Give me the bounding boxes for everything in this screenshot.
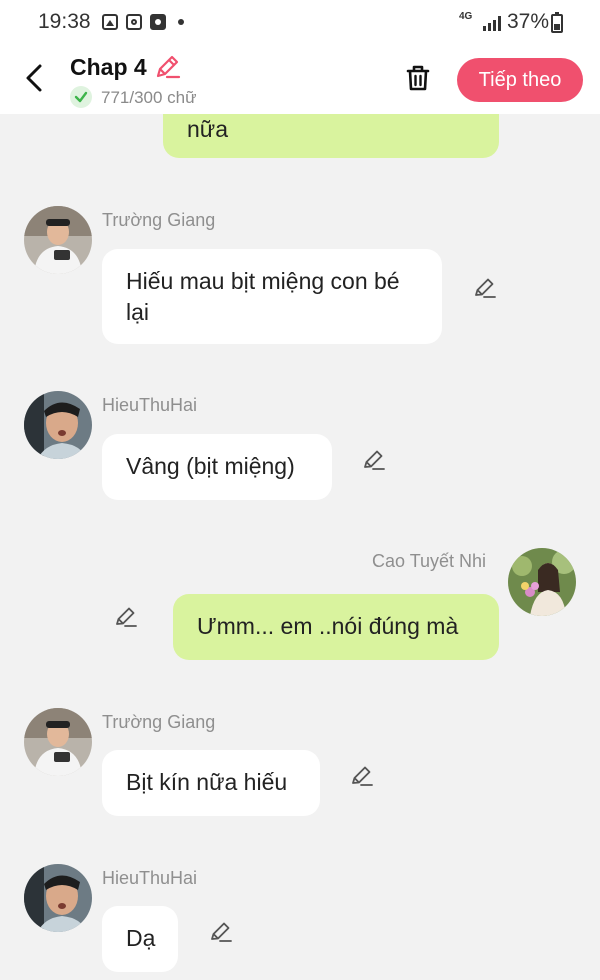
edit-message-icon[interactable] bbox=[361, 447, 387, 473]
chat-area[interactable]: nữa Trường Giang Hiếu mau bịt miệng con … bbox=[0, 114, 600, 980]
trash-icon[interactable] bbox=[400, 60, 436, 96]
avatar-image bbox=[24, 206, 92, 274]
edit-message-icon[interactable] bbox=[208, 919, 234, 945]
network-type: 4G bbox=[459, 11, 473, 22]
battery-icon bbox=[551, 12, 563, 33]
avatar[interactable] bbox=[24, 391, 92, 459]
avatar-image bbox=[24, 708, 92, 776]
message-text: Ưmm... em ..nói đúng mà bbox=[197, 613, 459, 639]
check-icon bbox=[70, 86, 92, 108]
instagram-icon bbox=[126, 14, 142, 30]
message-text: Vâng (bịt miệng) bbox=[126, 453, 295, 479]
word-count: 771/300 chữ bbox=[101, 88, 197, 107]
message-text: nữa bbox=[187, 116, 228, 142]
message-bubble[interactable]: Ưmm... em ..nói đúng mà bbox=[173, 594, 499, 660]
message-bubble[interactable]: nữa bbox=[163, 114, 499, 158]
message-text: Bịt kín nữa hiếu bbox=[126, 769, 288, 795]
chapter-title: Chap 4 bbox=[70, 54, 147, 80]
edit-title-icon[interactable] bbox=[152, 52, 182, 82]
message-text: Dạ bbox=[126, 925, 156, 951]
more-notifications-icon bbox=[178, 19, 184, 25]
gallery-icon bbox=[102, 14, 118, 30]
notification-icons bbox=[102, 14, 184, 30]
sender-name: HieuThuHai bbox=[102, 868, 198, 888]
avatar[interactable] bbox=[24, 864, 92, 932]
edit-message-icon[interactable] bbox=[349, 763, 375, 789]
avatar[interactable] bbox=[24, 206, 92, 274]
message-bubble[interactable]: Bịt kín nữa hiếu bbox=[102, 750, 320, 816]
message-text: Hiếu mau bịt miệng con bé lại bbox=[126, 268, 400, 325]
sender-name: HieuThuHai bbox=[102, 395, 198, 415]
avatar-image bbox=[24, 391, 92, 459]
edit-message-icon[interactable] bbox=[113, 604, 139, 630]
sender-name: Cao Tuyết Nhi bbox=[372, 551, 487, 571]
next-button[interactable]: Tiếp theo bbox=[457, 58, 583, 102]
sender-name: Trường Giang bbox=[102, 712, 216, 732]
message-bubble[interactable]: Hiếu mau bịt miệng con bé lại bbox=[102, 249, 442, 344]
avatar[interactable] bbox=[508, 548, 576, 616]
sender-name: Trường Giang bbox=[102, 210, 216, 230]
app-header: Chap 4 771/300 chữ Tiếp theo bbox=[0, 48, 600, 114]
status-time: 19:38 bbox=[38, 10, 91, 33]
avatar-image bbox=[508, 548, 576, 616]
message-bubble[interactable]: Dạ bbox=[102, 906, 178, 972]
back-arrow-icon[interactable] bbox=[18, 60, 54, 96]
signal-icon bbox=[483, 15, 501, 31]
battery-percent: 37% bbox=[507, 10, 550, 33]
edit-message-icon[interactable] bbox=[472, 275, 498, 301]
avatar-image bbox=[24, 864, 92, 932]
message-bubble[interactable]: Vâng (bịt miệng) bbox=[102, 434, 332, 500]
app-notification-icon bbox=[150, 14, 166, 30]
status-bar: 19:38 4G 37% bbox=[0, 0, 600, 48]
avatar[interactable] bbox=[24, 708, 92, 776]
